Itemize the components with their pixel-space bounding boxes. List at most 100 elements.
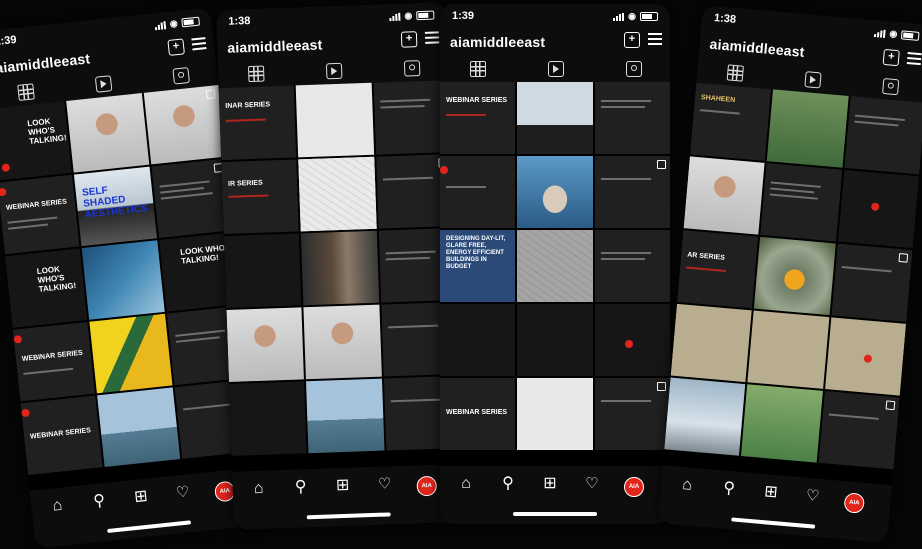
- post-tile[interactable]: LOOK WHO'S TALKING!: [0, 101, 73, 181]
- home-icon[interactable]: ⌂: [248, 480, 269, 498]
- post-tile[interactable]: [741, 384, 823, 463]
- profile-username[interactable]: aiamiddleeast: [450, 34, 545, 50]
- post-tile[interactable]: DESIGNING DAY-LIT, GLARE FREE, ENERGY EF…: [440, 230, 516, 302]
- post-tile[interactable]: [229, 381, 307, 456]
- post-tile[interactable]: [664, 377, 746, 456]
- home-indicator[interactable]: [107, 520, 192, 534]
- reels-tab-icon[interactable]: [325, 62, 343, 80]
- profile-avatar[interactable]: AIA: [416, 475, 438, 497]
- heart-icon[interactable]: ♡: [802, 487, 823, 506]
- menu-icon[interactable]: [191, 36, 207, 51]
- post-tile[interactable]: [517, 304, 593, 376]
- post-tile[interactable]: [440, 304, 516, 376]
- post-tile[interactable]: [754, 236, 836, 316]
- post-tile[interactable]: [295, 82, 374, 158]
- tagged-tab-icon[interactable]: [882, 77, 900, 96]
- post-tile[interactable]: [97, 387, 180, 467]
- home-icon[interactable]: ⌂: [456, 476, 476, 492]
- reels-tab-icon[interactable]: [94, 75, 113, 93]
- post-tile[interactable]: [66, 93, 149, 173]
- post-tile[interactable]: [303, 304, 382, 380]
- post-tile[interactable]: SELF SHADED AESTHETICS: [74, 166, 157, 247]
- grid-tab-icon[interactable]: [247, 65, 265, 83]
- post-tile[interactable]: [81, 240, 165, 320]
- post-tile[interactable]: LOOK WHO'S TALKING!: [5, 248, 88, 328]
- menu-icon[interactable]: [424, 30, 440, 44]
- profile-avatar[interactable]: AIA: [843, 492, 866, 514]
- search-icon[interactable]: ⚲: [290, 478, 311, 496]
- post-tile[interactable]: INAR SERIES: [218, 85, 297, 161]
- post-tile[interactable]: [818, 391, 900, 470]
- grid-tab-icon[interactable]: [470, 61, 486, 77]
- add-post-icon[interactable]: ⊞: [130, 488, 152, 506]
- post-tile[interactable]: [223, 233, 302, 308]
- post-tile[interactable]: AR SERIES: [677, 230, 759, 309]
- post-tile[interactable]: [298, 156, 377, 232]
- profile-avatar-wrap[interactable]: AIA: [416, 475, 438, 497]
- profile-avatar-wrap[interactable]: AIA: [843, 491, 866, 514]
- post-tile[interactable]: [594, 378, 670, 450]
- home-icon[interactable]: ⌂: [677, 476, 698, 495]
- post-tile[interactable]: IR SERIES: [221, 159, 300, 235]
- menu-icon[interactable]: [906, 51, 922, 66]
- add-post-icon[interactable]: ⊞: [760, 483, 781, 502]
- post-tile[interactable]: [844, 96, 922, 175]
- post-tile[interactable]: [767, 89, 849, 168]
- profile-username[interactable]: aiamiddleeast: [709, 36, 805, 60]
- profile-username[interactable]: aiamiddleeast: [227, 36, 323, 55]
- post-tile[interactable]: [831, 243, 913, 322]
- post-tile[interactable]: WEBINAR SERIES: [440, 82, 516, 154]
- heart-icon[interactable]: ♡: [172, 483, 194, 502]
- post-tile[interactable]: [760, 163, 842, 242]
- tagged-tab-icon[interactable]: [626, 61, 642, 77]
- post-tile[interactable]: [301, 230, 379, 306]
- new-post-icon[interactable]: +: [400, 31, 418, 48]
- post-tile[interactable]: [226, 307, 305, 382]
- post-tile[interactable]: [517, 378, 593, 450]
- post-tile[interactable]: SHAHEEN: [690, 82, 772, 161]
- post-tile[interactable]: [594, 82, 670, 154]
- profile-avatar[interactable]: AIA: [624, 477, 644, 497]
- home-indicator[interactable]: [731, 517, 816, 529]
- new-post-icon[interactable]: +: [882, 48, 900, 67]
- reels-tab-icon[interactable]: [804, 71, 822, 89]
- home-indicator[interactable]: [513, 512, 597, 516]
- profile-username[interactable]: aiamiddleeast: [0, 50, 91, 76]
- home-indicator[interactable]: [306, 512, 391, 520]
- grid-tab-icon[interactable]: [726, 64, 744, 82]
- search-icon[interactable]: ⚲: [498, 476, 518, 492]
- post-tile[interactable]: WEBINAR SERIES: [440, 378, 516, 450]
- home-icon[interactable]: ⌂: [47, 497, 69, 515]
- post-tile[interactable]: [306, 378, 385, 454]
- menu-icon[interactable]: [648, 32, 662, 45]
- post-tile[interactable]: [517, 230, 593, 302]
- post-tile[interactable]: [89, 313, 173, 394]
- new-post-icon[interactable]: +: [624, 32, 640, 48]
- post-tile[interactable]: [837, 169, 919, 249]
- heart-icon[interactable]: ♡: [582, 476, 602, 492]
- search-icon[interactable]: ⚲: [88, 492, 110, 511]
- search-icon[interactable]: ⚲: [718, 480, 739, 498]
- post-tile[interactable]: [517, 82, 593, 154]
- grid-tab-icon[interactable]: [17, 83, 35, 101]
- post-tile[interactable]: [594, 304, 670, 376]
- post-tile[interactable]: [594, 156, 670, 228]
- post-tile[interactable]: [824, 317, 907, 396]
- reels-tab-icon[interactable]: [548, 61, 564, 77]
- post-tile[interactable]: WEBINAR SERIES: [20, 395, 103, 476]
- tagged-tab-icon[interactable]: [403, 60, 421, 77]
- post-tile[interactable]: WEBINAR SERIES: [12, 321, 96, 402]
- post-tile[interactable]: [594, 230, 670, 302]
- post-tile[interactable]: [747, 310, 830, 389]
- post-tile[interactable]: [143, 84, 226, 165]
- add-post-icon[interactable]: ⊞: [332, 477, 353, 495]
- heart-icon[interactable]: ♡: [374, 475, 395, 493]
- post-tile[interactable]: [440, 156, 516, 228]
- profile-avatar-wrap[interactable]: AIA: [624, 476, 644, 497]
- add-post-icon[interactable]: ⊞: [540, 476, 560, 492]
- post-tile[interactable]: [683, 156, 765, 235]
- new-post-icon[interactable]: +: [167, 38, 185, 56]
- post-tile[interactable]: [670, 303, 752, 383]
- tagged-tab-icon[interactable]: [172, 67, 190, 85]
- post-tile[interactable]: [517, 156, 593, 228]
